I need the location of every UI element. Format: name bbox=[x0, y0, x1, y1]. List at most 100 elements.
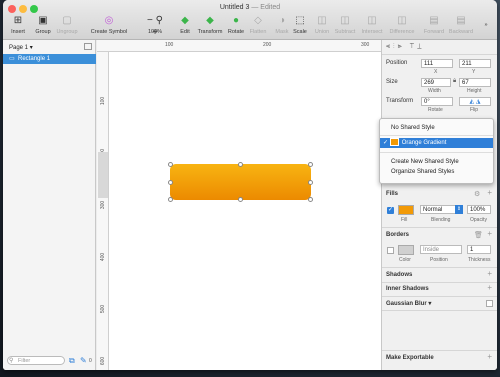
zoom-control[interactable]: − ⚲ +100% bbox=[143, 15, 167, 38]
fills-section-title: Fills bbox=[386, 191, 399, 197]
symbol-icon: ◎ bbox=[104, 15, 114, 26]
ruler-label: 100 bbox=[165, 42, 174, 48]
ruler-label: 600 bbox=[100, 356, 107, 366]
ruler-selection-marker bbox=[98, 152, 108, 198]
resize-handle[interactable] bbox=[168, 197, 173, 202]
chevron-right-icon: » bbox=[484, 22, 488, 28]
add-border-icon[interactable]: + bbox=[487, 229, 492, 238]
y-field[interactable]: 211 bbox=[459, 59, 491, 68]
rotate-icon: ● bbox=[232, 15, 240, 26]
canvas[interactable]: 100 200 300 100 200 300 400 500 600 bbox=[97, 40, 381, 370]
layer-row[interactable]: ▭ Rectangle 1 bbox=[3, 54, 96, 64]
page-selector[interactable]: Page 1 ▾ bbox=[9, 44, 33, 51]
forward-button[interactable]: ▤ Forward bbox=[423, 15, 445, 35]
width-sublabel: Width bbox=[428, 88, 441, 94]
app-window: Untitled 3 — Edited ⊞ Insert ▣ Group ▢ Ungr… bbox=[3, 0, 497, 370]
x-field[interactable]: 111 bbox=[421, 59, 453, 68]
divider bbox=[382, 267, 497, 268]
divider bbox=[382, 54, 497, 55]
resize-handle[interactable] bbox=[308, 197, 313, 202]
overflow-button[interactable]: » bbox=[480, 22, 492, 28]
color-sublabel: Color bbox=[399, 257, 411, 263]
gear-icon[interactable]: ⚙ bbox=[474, 190, 480, 198]
add-shadow-icon[interactable]: + bbox=[487, 269, 492, 278]
group-button[interactable]: ▣ Group bbox=[33, 15, 53, 35]
ungroup-icon: ▢ bbox=[62, 15, 72, 26]
rotate-field[interactable]: 0° bbox=[421, 97, 453, 106]
export-icon[interactable]: ✎ bbox=[80, 356, 87, 365]
lock-icon[interactable]: 🔒︎ bbox=[453, 78, 456, 85]
ruler-label: 300 bbox=[361, 42, 370, 48]
thickness-field[interactable]: 1 bbox=[467, 245, 491, 254]
scale-icon: ⬚ bbox=[295, 15, 305, 26]
union-icon: ◫ bbox=[317, 15, 327, 26]
chevron-down-icon: ▾ bbox=[428, 301, 432, 307]
symbols-icon[interactable]: ⧉ bbox=[69, 356, 75, 366]
resize-handle[interactable] bbox=[168, 162, 173, 167]
add-inner-shadow-icon[interactable]: + bbox=[487, 283, 492, 292]
intersect-button[interactable]: ◫ Intersect bbox=[359, 15, 385, 35]
filter-input[interactable]: Filter bbox=[7, 356, 65, 365]
orange-rectangle[interactable] bbox=[170, 164, 311, 200]
ruler-left: 100 200 300 400 500 600 bbox=[97, 52, 109, 370]
alignment-icons[interactable]: ⫷⫶⫸ ⊤⊥ bbox=[386, 43, 425, 51]
collapse-pages-icon[interactable] bbox=[84, 43, 92, 50]
subtract-button[interactable]: ◫ Subtract bbox=[332, 15, 358, 35]
create-symbol-button[interactable]: ◎ Create Symbol bbox=[89, 15, 129, 35]
resize-handle[interactable] bbox=[308, 180, 313, 185]
forward-icon: ▤ bbox=[429, 15, 439, 26]
flip-buttons[interactable]: ◭ ◮ bbox=[459, 97, 491, 106]
toolbar: Untitled 3 — Edited ⊞ Insert ▣ Group ▢ Ungr… bbox=[3, 0, 497, 40]
resize-handle[interactable] bbox=[238, 162, 243, 167]
height-sublabel: Height bbox=[467, 88, 482, 94]
flatten-button[interactable]: ◇ Flatten bbox=[247, 15, 269, 35]
shadows-section-title: Shadows bbox=[386, 272, 413, 278]
gaussian-blur-section-title[interactable]: Gaussian Blur ▾ bbox=[386, 300, 431, 307]
x-sublabel: X bbox=[434, 69, 438, 75]
border-position-select[interactable]: Inside bbox=[420, 245, 462, 254]
divider bbox=[382, 350, 497, 351]
difference-icon: ◫ bbox=[397, 15, 407, 26]
border-color-swatch[interactable] bbox=[398, 245, 414, 255]
layer-count: 0 bbox=[89, 358, 92, 364]
rotate-button[interactable]: ● Rotate bbox=[225, 15, 247, 35]
blur-checkbox[interactable] bbox=[486, 300, 493, 307]
make-exportable-title: Make Exportable bbox=[386, 355, 434, 361]
mask-button[interactable]: ◑ Mask bbox=[273, 15, 291, 35]
scale-button[interactable]: ⬚ Scale bbox=[291, 15, 309, 35]
opacity-sublabel: Opacity bbox=[470, 217, 487, 223]
trash-icon[interactable]: 🗑︎ bbox=[474, 231, 483, 239]
ruler-label: 200 bbox=[263, 42, 272, 48]
menu-item-no-shared-style[interactable]: No Shared Style bbox=[380, 123, 493, 133]
transform-button[interactable]: ◆ Transform bbox=[196, 15, 224, 35]
resize-handle[interactable] bbox=[238, 197, 243, 202]
add-export-icon[interactable]: + bbox=[487, 352, 492, 361]
menu-item-organize-shared-styles[interactable]: Organize Shared Styles bbox=[380, 167, 493, 177]
opacity-field[interactable]: 100% bbox=[467, 205, 491, 214]
divider bbox=[382, 310, 497, 311]
position-label: Position bbox=[386, 60, 408, 66]
edit-button[interactable]: ◆ Edit bbox=[177, 15, 193, 35]
ruler-label: 500 bbox=[100, 304, 107, 314]
ruler-label: 100 bbox=[100, 96, 107, 106]
border-checkbox[interactable] bbox=[387, 247, 394, 254]
insert-button[interactable]: ⊞ Insert bbox=[8, 15, 28, 35]
add-fill-icon[interactable]: + bbox=[487, 188, 492, 197]
shared-style-menu: No Shared Style ✓ Orange Gradient Create… bbox=[379, 118, 494, 184]
backward-button[interactable]: ▤ Backward bbox=[447, 15, 475, 35]
resize-handle[interactable] bbox=[168, 180, 173, 185]
menu-item-orange-gradient[interactable]: ✓ Orange Gradient bbox=[380, 138, 493, 148]
height-field[interactable]: 67 bbox=[459, 78, 491, 87]
select-arrows-icon: ⇕ bbox=[455, 205, 463, 214]
resize-handle[interactable] bbox=[308, 162, 313, 167]
width-field[interactable]: 269 bbox=[421, 78, 451, 87]
chevron-down-icon: ▾ bbox=[29, 45, 33, 51]
window-title: Untitled 3 — Edited bbox=[219, 4, 281, 11]
divider bbox=[382, 282, 497, 283]
menu-item-create-new-shared-style[interactable]: Create New Shared Style bbox=[380, 157, 493, 167]
ungroup-button[interactable]: ▢ Ungroup bbox=[55, 15, 79, 35]
fill-color-swatch[interactable] bbox=[398, 205, 414, 215]
union-button[interactable]: ◫ Union bbox=[313, 15, 331, 35]
fill-checkbox[interactable]: ✓ bbox=[387, 207, 394, 214]
difference-button[interactable]: ◫ Difference bbox=[387, 15, 417, 35]
